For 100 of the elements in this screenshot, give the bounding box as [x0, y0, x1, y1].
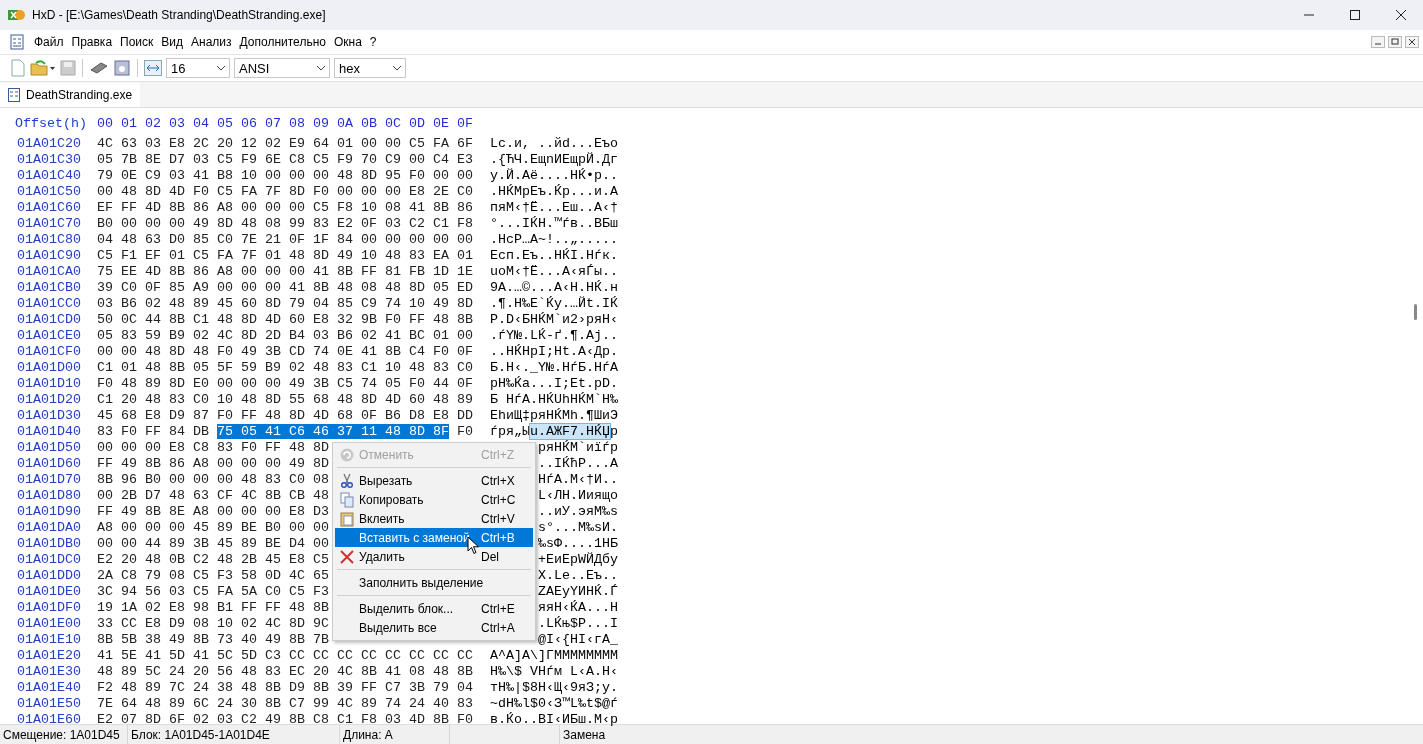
hex-bytes: 00 48 8D 4D F0 C5 FA 7F 8D F0 00 00 00 E8 2E C0 [97, 184, 473, 199]
row-offset: 01A01DC0 [17, 552, 82, 568]
text-chars: u.AЖF7.HЌЏ [530, 424, 610, 439]
row-offset: 01A01D50 [17, 440, 82, 456]
menu-item[interactable]: Правка [67, 35, 117, 49]
row-offset: 01A01D70 [17, 472, 82, 488]
row-offset: 01A01E30 [17, 664, 82, 680]
row-offset: 01A01E00 [17, 616, 82, 632]
clipboard-icon [340, 510, 354, 527]
text-chars: X.Le..Еъ.. [538, 568, 618, 583]
save-icon[interactable] [60, 60, 76, 76]
hex-bytes: 33 CC E8 D9 08 10 02 4C 8D 9C [97, 616, 329, 631]
hex-bytes: 3C 94 56 03 C5 FA 5A C0 C5 F3 [97, 584, 329, 599]
text-chars: Lc.и, ..йd...Еъo [490, 136, 618, 151]
hex-bytes: 75 EE 4D 8B 86 A8 00 00 00 41 8B FF 81 FB 1D 1E [97, 264, 473, 279]
menu-item[interactable]: Дополнительно [235, 35, 330, 49]
text-chars: .LЌњ$P...I [538, 616, 618, 631]
hex-bytes: 05 83 59 B9 02 4C 8D 2D B4 03 B6 02 41 BC 01 00 [97, 328, 473, 343]
maximize-icon[interactable] [1349, 9, 1361, 21]
open-folder-icon[interactable] [30, 59, 56, 77]
context-menu-item[interactable]: Копировать Ctrl+C [335, 490, 533, 509]
column-header: 07 [265, 116, 281, 132]
row-offset: 01A01D40 [17, 424, 82, 440]
row-offset: 01A01D80 [17, 488, 82, 504]
text-chars: Б HѓА.HЌUhHЌM`H‰ [490, 392, 618, 407]
row-offset: 01A01CE0 [17, 328, 82, 344]
row-offset: 01A01DE0 [17, 584, 82, 600]
column-header: 05 [217, 116, 233, 132]
text-chars: в.Ќo..ВI‹ИБш.M‹р [490, 712, 618, 727]
text-chars: L‹ЛH.Ииящо [538, 488, 618, 503]
hex-bytes: 83 F0 FF 84 DB [97, 424, 209, 439]
hex-bytes: 19 1A 02 E8 98 B1 FF FF 48 8B [97, 600, 329, 615]
text-chars: пяM‹†Ё...Еш..A‹† [490, 200, 618, 215]
close-icon[interactable] [1405, 36, 1419, 48]
column-header: 04 [193, 116, 209, 132]
menu-item[interactable]: Вид [157, 35, 188, 49]
row-offset: 01A01C40 [17, 168, 82, 184]
text-chars: ..иУ.эяM‰s [538, 504, 618, 519]
menu-item[interactable]: Окна [329, 35, 366, 49]
restore-icon[interactable] [1388, 36, 1402, 48]
width-arrows-icon[interactable] [144, 60, 162, 76]
offset-base-dropdown[interactable]: hex [334, 58, 406, 78]
text-chars: .¶.H‰E`Ќy.…Йt.IЌ [490, 296, 618, 311]
hex-bytes: 2A C8 79 08 C5 F3 58 0D 4C 65 [97, 568, 329, 583]
file-tab[interactable]: DeathStranding.exe [0, 83, 141, 107]
hex-bytes: 4C 63 03 E8 2C 20 12 02 E9 64 01 00 00 C5 FA 6F [97, 136, 473, 151]
row-offset: 01A01D90 [17, 504, 82, 520]
copy-icon [340, 491, 354, 508]
menu-item[interactable]: Файл [30, 35, 68, 49]
text-chars: ..HЌHрI;Нt.A‹Др. [490, 344, 618, 359]
column-header: 03 [169, 116, 185, 132]
context-menu-item[interactable]: Выделить все Ctrl+A [335, 618, 533, 637]
text-chars: 9А.…©...A‹H.HЌ.н [490, 280, 618, 295]
text-chars: ..IЌћP...A [538, 456, 618, 471]
row-offset: 01A01DB0 [17, 536, 82, 552]
scrollbar-thumb[interactable] [1414, 304, 1417, 320]
document-icon [10, 34, 24, 50]
row-offset: 01A01C70 [17, 216, 82, 232]
charset-dropdown[interactable]: ANSI [234, 58, 330, 78]
close-icon[interactable] [1395, 9, 1407, 21]
hex-bytes: F0 [456, 424, 473, 439]
hex-bytes: 39 C0 0F 85 A9 00 00 00 41 8B 48 08 48 8D 05 ED [97, 280, 473, 295]
context-menu-item[interactable]: Выделить блок... Ctrl+E [335, 599, 533, 618]
menu-item[interactable]: Поиск [116, 35, 158, 49]
context-menu-item[interactable]: Вставить с заменой Ctrl+B [335, 528, 533, 547]
text-chars: ZАЕуYИHЌ.Ѓ [538, 584, 618, 599]
hex-bytes: 75 05 41 C6 46 37 11 48 8D 8F [217, 424, 449, 439]
new-file-icon[interactable] [10, 59, 26, 77]
hex-bytes: A8 00 00 00 45 89 BE B0 00 00 [97, 520, 329, 535]
column-header: 0F [457, 116, 473, 132]
row-offset: 01A01D60 [17, 456, 82, 472]
text-chars: яяH‹ЌА...H [538, 600, 618, 615]
context-menu-item[interactable]: Заполнить выделение [335, 573, 533, 592]
text-chars: р [610, 424, 618, 439]
menu-item[interactable]: Анализ [187, 35, 236, 49]
menu-item[interactable]: ? [365, 35, 381, 49]
context-menu-item[interactable]: Вклеить Ctrl+V [335, 509, 533, 528]
row-offset: 01A01E20 [17, 648, 82, 664]
column-header: 0A [337, 116, 353, 132]
hex-bytes: E2 20 48 0B C2 48 2B 45 E8 C5 [97, 552, 329, 567]
hex-bytes: 8B 96 B0 00 00 00 48 83 C0 08 [97, 472, 329, 487]
bytes-per-row-dropdown[interactable]: 16 [166, 58, 230, 78]
hex-bytes: C5 F1 EF 01 C5 FA 7F 01 48 8D 49 10 48 83 EA 01 [97, 248, 473, 263]
row-offset: 01A01CF0 [17, 344, 82, 360]
hex-bytes: 45 68 E8 D9 87 F0 FF 48 8D 4D 68 0F B6 D8 E8 DD [97, 408, 473, 423]
context-menu-item[interactable]: Удалить Del [335, 547, 533, 566]
minimize-icon[interactable] [1371, 36, 1385, 48]
hex-bytes: 00 00 00 E8 C8 83 F0 FF 48 8D [97, 440, 329, 455]
row-offset: 01A01E50 [17, 696, 82, 712]
row-offset: 01A01D00 [17, 360, 82, 376]
column-header: 02 [145, 116, 161, 132]
row-offset: 01A01DF0 [17, 600, 82, 616]
hex-bytes: FF 49 8B 8E A8 00 00 00 E8 D3 [97, 504, 329, 519]
hex-bytes: 50 0C 44 8B C1 48 8D 4D 60 E8 32 9B F0 FF 48 8B [97, 312, 473, 327]
column-header: 06 [241, 116, 257, 132]
row-offset: 01A01CD0 [17, 312, 82, 328]
context-menu-item[interactable]: Вырезать Ctrl+X [335, 471, 533, 490]
row-offset: 01A01D30 [17, 408, 82, 424]
row-offset: 01A01CB0 [17, 280, 82, 296]
hex-bytes: 04 48 63 D0 85 C0 7E 21 0F 1F 84 00 00 00 00 00 [97, 232, 473, 247]
